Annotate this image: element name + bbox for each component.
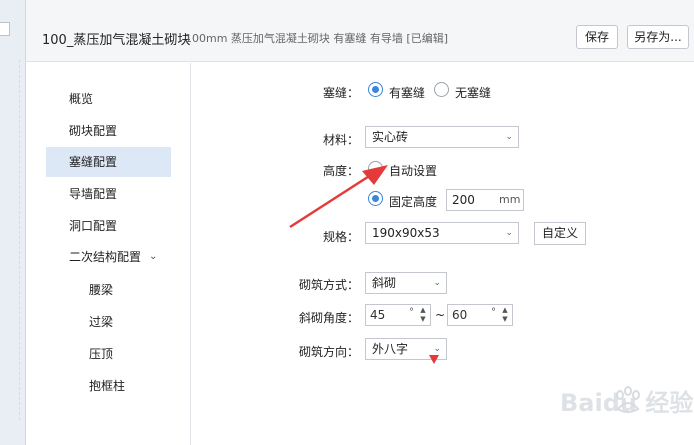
material-label: 材料：: [323, 133, 360, 147]
degree-unit: °: [409, 307, 414, 318]
dialog-header: 100_蒸压加气混凝土砌块 100mm 蒸压加气混凝土砌块 有塞缝 有导墙 [已…: [26, 0, 694, 62]
config-sidebar: 概览 砌块配置 塞缝配置 导墙配置 洞口配置 二次结构配置 ⌄ 腰梁 过梁 压顶…: [26, 63, 191, 445]
height-unit: mm: [499, 193, 521, 206]
chevron-down-icon: ⌄: [433, 278, 441, 288]
masonry-direction-label: 砌筑方向：: [299, 345, 360, 359]
sidebar-item-overview[interactable]: 概览: [46, 84, 171, 114]
save-button[interactable]: 保存: [576, 25, 618, 49]
seam-label: 塞缝：: [323, 86, 360, 100]
annotation-arrow-icon: [289, 165, 388, 229]
sidebar-subitem-coping[interactable]: 压顶: [46, 339, 171, 369]
baidu-watermark: Baidu 经验: [558, 371, 694, 431]
spinner-arrows-icon[interactable]: ▲ ▼: [500, 306, 510, 324]
angle-from-value: 45: [370, 308, 386, 322]
masonry-method-select[interactable]: 斜砌 ⌄: [365, 272, 447, 294]
height-fixed-label: 固定高度: [389, 195, 438, 209]
custom-button[interactable]: 自定义: [534, 222, 586, 245]
dialog-title: 100_蒸压加气混凝土砌块: [42, 33, 191, 48]
save-as-button[interactable]: 另存为...: [627, 25, 689, 49]
sidebar-item-secondary-structure[interactable]: 二次结构配置 ⌄: [46, 242, 171, 272]
angle-to-input[interactable]: 60 ° ▲ ▼: [447, 304, 513, 326]
seam-yes-radio[interactable]: [368, 82, 383, 97]
dialog-subtitle: 100mm 蒸压加气混凝土砌块 有塞缝 有导墙 [已编辑]: [185, 32, 448, 45]
degree-unit: °: [491, 307, 496, 318]
angle-to-value: 60: [452, 308, 468, 322]
height-value: 200: [452, 193, 475, 207]
masonry-method-value: 斜砌: [372, 276, 397, 290]
annotation-marker-icon: [429, 355, 439, 364]
background-app-strip: [0, 0, 26, 445]
sidebar-item-block-config[interactable]: 砌块配置: [46, 116, 171, 146]
sidebar-item-guide-wall-config[interactable]: 导墙配置: [46, 179, 171, 209]
angle-from-input[interactable]: 45 ° ▲ ▼: [365, 304, 431, 326]
sidebar-subitem-frame-column[interactable]: 抱框柱: [46, 371, 171, 401]
config-dialog: 100_蒸压加气混凝土砌块 100mm 蒸压加气混凝土砌块 有塞缝 有导墙 [已…: [26, 0, 694, 445]
watermark-text: Baidu 经验: [560, 389, 694, 417]
spinner-arrows-icon[interactable]: ▲ ▼: [418, 306, 428, 324]
masonry-method-label: 砌筑方式：: [299, 278, 360, 292]
angle-separator: ~: [435, 308, 446, 322]
sidebar-item-seam-config[interactable]: 塞缝配置: [46, 147, 171, 177]
seam-no-label: 无塞缝: [455, 86, 492, 100]
seam-no-radio[interactable]: [434, 82, 449, 97]
material-value: 实心砖: [372, 130, 409, 144]
sidebar-item-label: 二次结构配置: [69, 250, 142, 264]
sidebar-subitem-lintel[interactable]: 过梁: [46, 307, 171, 337]
sidebar-subitem-waist-beam[interactable]: 腰梁: [46, 275, 171, 305]
masonry-direction-value: 外八字: [372, 342, 409, 356]
seam-yes-label: 有塞缝: [389, 86, 426, 100]
material-select[interactable]: 实心砖 ⌄: [365, 126, 519, 148]
chevron-down-icon: ⌄: [149, 251, 158, 262]
background-panel-tab: [0, 22, 10, 36]
chevron-down-icon: ⌄: [505, 132, 513, 142]
chevron-down-icon: ⌄: [505, 228, 513, 238]
background-panel-edge: [4, 60, 20, 420]
angle-label: 斜砌角度：: [299, 311, 360, 325]
sidebar-item-opening-config[interactable]: 洞口配置: [46, 211, 171, 241]
height-auto-label: 自动设置: [389, 164, 438, 178]
